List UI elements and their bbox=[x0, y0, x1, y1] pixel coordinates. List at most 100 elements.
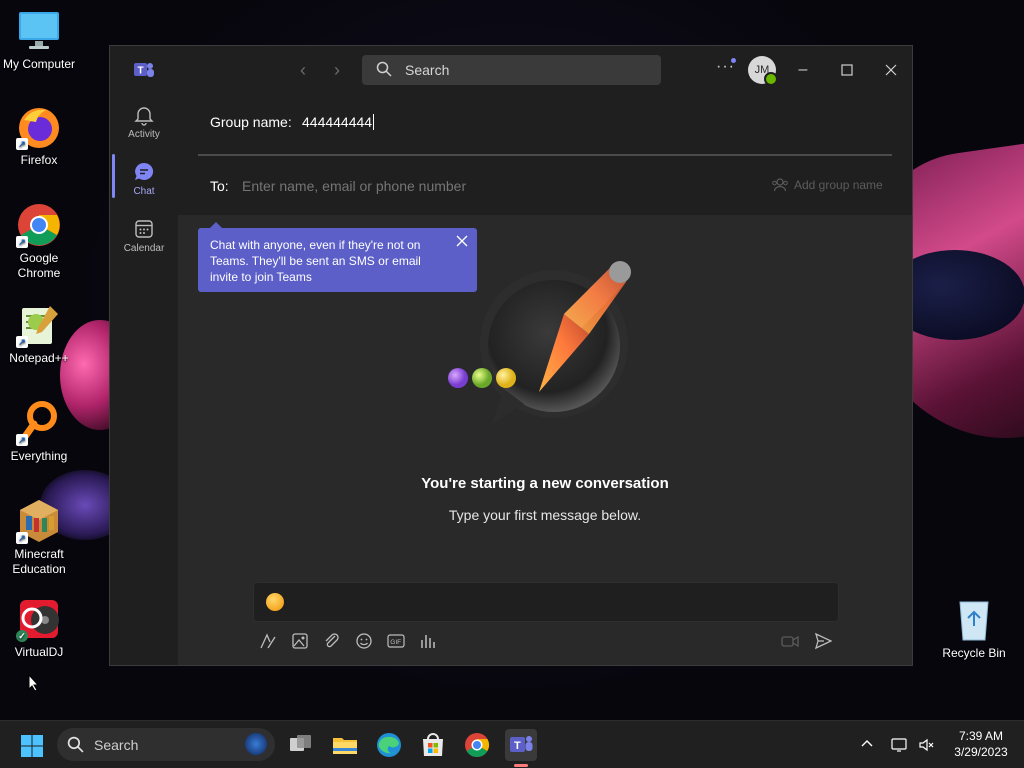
close-window-icon[interactable] bbox=[879, 58, 903, 82]
group-name-input[interactable]: 444444444 bbox=[302, 114, 375, 130]
send-icon[interactable] bbox=[814, 632, 833, 650]
system-clock[interactable]: 7:39 AM 3/29/2023 bbox=[946, 728, 1016, 760]
desktop-icon-label: Everything bbox=[10, 449, 68, 463]
search-icon bbox=[67, 736, 84, 758]
back-arrow-icon[interactable]: ‹ bbox=[300, 60, 306, 81]
desktop-icon-label: Google Chrome bbox=[17, 251, 61, 280]
close-icon[interactable] bbox=[455, 234, 469, 248]
text-caret bbox=[373, 114, 375, 130]
desktop-icon-recycle-bin[interactable]: Recycle Bin bbox=[938, 596, 1010, 660]
shortcut-arrow-icon: ↗ bbox=[16, 236, 28, 248]
desktop-icon-notepadpp[interactable]: ↗ Notepad++ bbox=[0, 302, 78, 366]
rail-item-activity[interactable]: Activity bbox=[110, 104, 178, 140]
taskbar-search[interactable]: Search bbox=[57, 728, 275, 761]
checkmark-badge-icon: ✓ bbox=[16, 630, 28, 642]
task-view-icon[interactable] bbox=[285, 729, 317, 761]
new-conversation-illustration bbox=[444, 254, 654, 444]
bell-icon bbox=[133, 104, 155, 126]
rail-item-chat[interactable]: Chat bbox=[110, 161, 178, 197]
empty-state-subtitle: Type your first message below. bbox=[448, 507, 642, 523]
svg-text:T: T bbox=[514, 740, 521, 752]
svg-text:T: T bbox=[138, 66, 144, 77]
desktop-icon-label: Minecraft Education bbox=[12, 547, 66, 576]
to-label: To: bbox=[210, 178, 229, 194]
taskbar-search-placeholder: Search bbox=[94, 737, 139, 753]
virtualdj-icon: ✓ bbox=[16, 596, 62, 642]
monitor-icon bbox=[16, 8, 62, 54]
shortcut-arrow-icon: ↗ bbox=[16, 336, 28, 348]
notification-dot bbox=[731, 58, 736, 63]
message-compose-box[interactable] bbox=[253, 582, 839, 622]
compose-header: Group name: 444444444 To: Add group name bbox=[178, 94, 912, 215]
search-placeholder: Search bbox=[405, 62, 450, 78]
file-explorer-icon[interactable] bbox=[329, 729, 361, 761]
meet-now-icon[interactable] bbox=[781, 632, 799, 650]
firefox-icon: ↗ bbox=[16, 104, 62, 150]
maximize-icon[interactable] bbox=[835, 58, 859, 82]
rail-item-label: Chat bbox=[133, 186, 155, 197]
attach-icon[interactable] bbox=[323, 632, 341, 650]
teams-taskbar-icon[interactable]: T bbox=[505, 729, 537, 761]
clock-time: 7:39 AM bbox=[958, 729, 1004, 743]
bing-icon[interactable] bbox=[245, 733, 267, 755]
desktop-icon-label: VirtualDJ bbox=[14, 645, 64, 659]
desktop-icon-everything[interactable]: ↗ Everything bbox=[0, 400, 78, 464]
forward-arrow-icon[interactable]: › bbox=[334, 60, 340, 81]
microsoft-store-icon[interactable] bbox=[417, 729, 449, 761]
desktop-icon-virtualdj[interactable]: ✓ VirtualDJ bbox=[0, 596, 78, 660]
desktop-icon-minecraft-education[interactable]: ↗ Minecraft Education bbox=[0, 498, 78, 577]
recipient-input[interactable] bbox=[242, 178, 642, 194]
gif-icon[interactable]: GIF bbox=[387, 632, 405, 650]
everything-search-icon: ↗ bbox=[16, 400, 62, 446]
image-icon[interactable] bbox=[291, 632, 309, 650]
teams-window: T ‹ › Search ··· JM – Activity Chat Cale… bbox=[109, 45, 913, 666]
clock-date: 3/29/2023 bbox=[954, 745, 1008, 759]
empty-state-title: You're starting a new conversation bbox=[421, 475, 669, 492]
minecraft-education-icon: ↗ bbox=[16, 498, 62, 544]
group-name-value: 444444444 bbox=[302, 114, 373, 130]
chevron-up-icon[interactable] bbox=[860, 737, 874, 754]
shortcut-arrow-icon: ↗ bbox=[16, 434, 28, 446]
desktop-icon-label: Recycle Bin bbox=[942, 646, 1006, 660]
chat-icon bbox=[133, 161, 155, 183]
desktop-icon-label: Notepad++ bbox=[9, 351, 69, 365]
minimize-icon[interactable]: – bbox=[791, 58, 815, 82]
desktop-icon-firefox[interactable]: ↗ Firefox bbox=[0, 104, 78, 168]
title-bar: T ‹ › Search ··· JM – bbox=[110, 46, 912, 94]
network-icon[interactable] bbox=[891, 737, 909, 756]
desktop-icon-label: Firefox bbox=[20, 153, 58, 167]
presence-available-icon bbox=[764, 72, 778, 86]
add-group-name-button[interactable]: Add group name bbox=[772, 178, 883, 192]
chrome-icon[interactable] bbox=[461, 729, 493, 761]
rail-item-label: Activity bbox=[128, 129, 160, 140]
emoji-face-icon bbox=[266, 593, 284, 611]
teams-logo-icon: T bbox=[134, 60, 154, 80]
teaching-tooltip: Chat with anyone, even if they're not on… bbox=[198, 222, 477, 292]
shortcut-arrow-icon: ↗ bbox=[16, 138, 28, 150]
add-group-name-label: Add group name bbox=[794, 178, 883, 192]
search-icon bbox=[376, 61, 392, 82]
desktop-icon-my-computer[interactable]: My Computer bbox=[0, 8, 78, 72]
group-name-label: Group name: bbox=[210, 114, 292, 130]
windows-start-icon[interactable] bbox=[20, 734, 44, 758]
chat-compose-pane: Group name: 444444444 To: Add group name… bbox=[178, 94, 912, 665]
search-input[interactable]: Search bbox=[362, 55, 661, 85]
desktop-icon-google-chrome[interactable]: ↗ Google Chrome bbox=[0, 202, 78, 281]
people-icon bbox=[772, 178, 788, 192]
rail-item-calendar[interactable]: Calendar bbox=[110, 218, 178, 254]
app-rail: Activity Chat Calendar bbox=[110, 94, 178, 665]
poll-icon[interactable] bbox=[419, 632, 437, 650]
edge-icon[interactable] bbox=[373, 729, 405, 761]
format-icon[interactable] bbox=[259, 632, 277, 650]
svg-text:GIF: GIF bbox=[390, 639, 401, 646]
volume-muted-icon[interactable] bbox=[918, 737, 936, 756]
active-app-indicator bbox=[514, 764, 528, 767]
recycle-bin-icon bbox=[954, 596, 994, 642]
shortcut-arrow-icon: ↗ bbox=[16, 532, 28, 544]
rail-item-label: Calendar bbox=[123, 243, 165, 254]
notepadpp-icon: ↗ bbox=[16, 302, 62, 348]
divider bbox=[198, 154, 892, 156]
chrome-icon: ↗ bbox=[16, 202, 62, 248]
avatar[interactable]: JM bbox=[748, 56, 778, 86]
emoji-icon[interactable] bbox=[355, 632, 373, 650]
